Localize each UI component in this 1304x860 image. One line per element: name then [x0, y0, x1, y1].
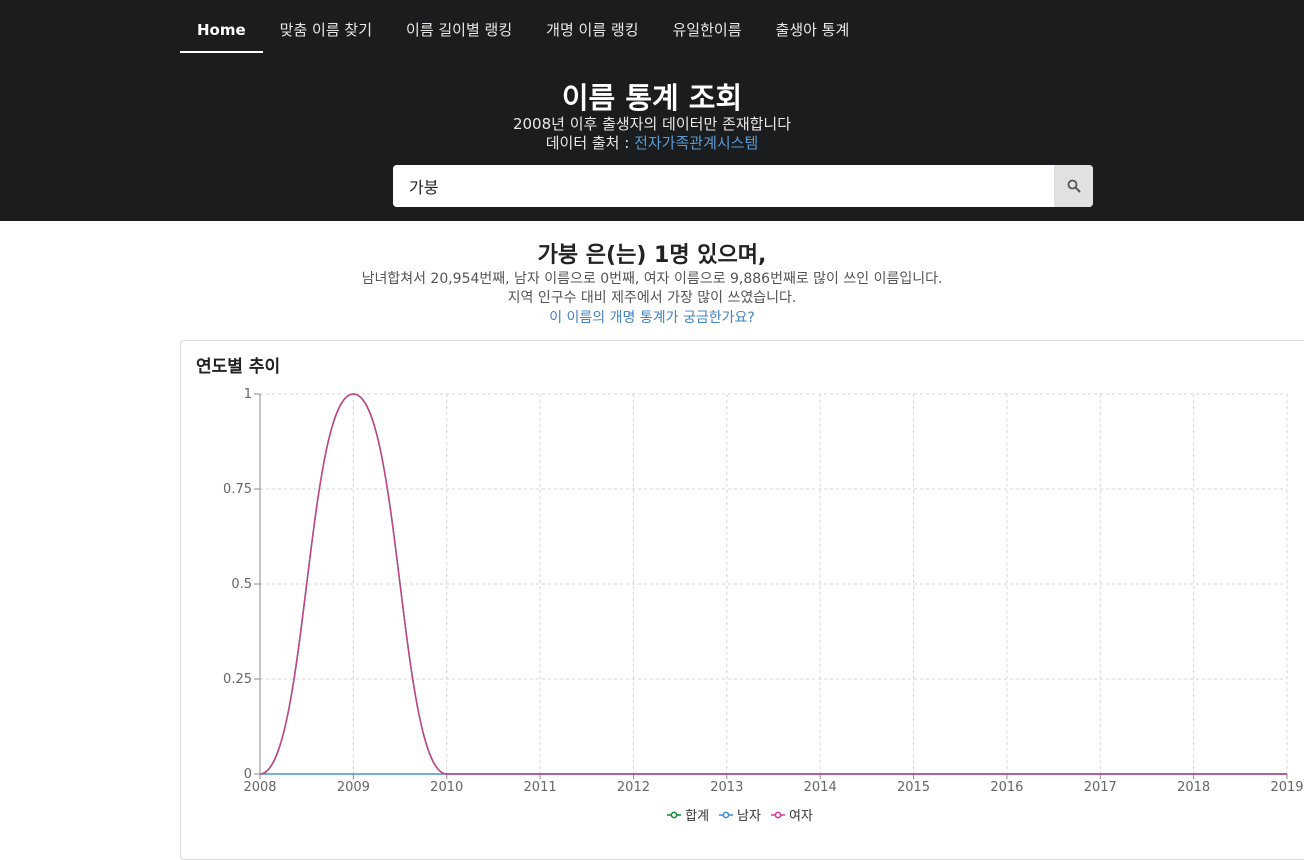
legend-label: 합계 — [685, 809, 710, 824]
x-tick-label: 2014 — [804, 780, 837, 795]
x-tick-label: 2012 — [617, 780, 650, 795]
yearly-trend-chart: 2008 2009 2010 2011 2012 2013 2014 2015 2016 2017… — [223, 387, 1304, 795]
y-tick-label: 0.5 — [231, 577, 252, 592]
x-tick-label: 2009 — [337, 780, 370, 795]
chart-legend: 합계 남자 여자 — [0, 805, 1300, 824]
y-tick-label: 0.75 — [223, 482, 252, 497]
x-tick-label: 2011 — [524, 780, 557, 795]
legend-item-2[interactable]: 여자 — [770, 805, 813, 824]
x-tick-label: 2017 — [1084, 780, 1117, 795]
legend-marker-icon — [667, 811, 682, 818]
x-tick-label: 2016 — [990, 780, 1023, 795]
legend-marker-icon — [719, 811, 734, 818]
y-tick-label: 0.25 — [223, 672, 252, 687]
x-tick-label: 2010 — [430, 780, 463, 795]
legend-marker-icon — [770, 811, 785, 818]
legend-item-0[interactable]: 합계 — [667, 805, 709, 824]
legend-label: 남자 — [737, 809, 761, 824]
x-tick-label: 2013 — [710, 780, 743, 795]
x-tick-label: 2008 — [243, 780, 276, 795]
legend-label: 여자 — [788, 809, 813, 824]
x-tick-label: 2015 — [897, 780, 930, 795]
y-tick-label: 0 — [244, 767, 252, 782]
x-tick-label: 2018 — [1177, 780, 1210, 795]
legend-item-1[interactable]: 남자 — [719, 805, 761, 824]
x-tick-label: 2019 — [1270, 780, 1303, 795]
y-tick-label: 1 — [244, 387, 252, 402]
